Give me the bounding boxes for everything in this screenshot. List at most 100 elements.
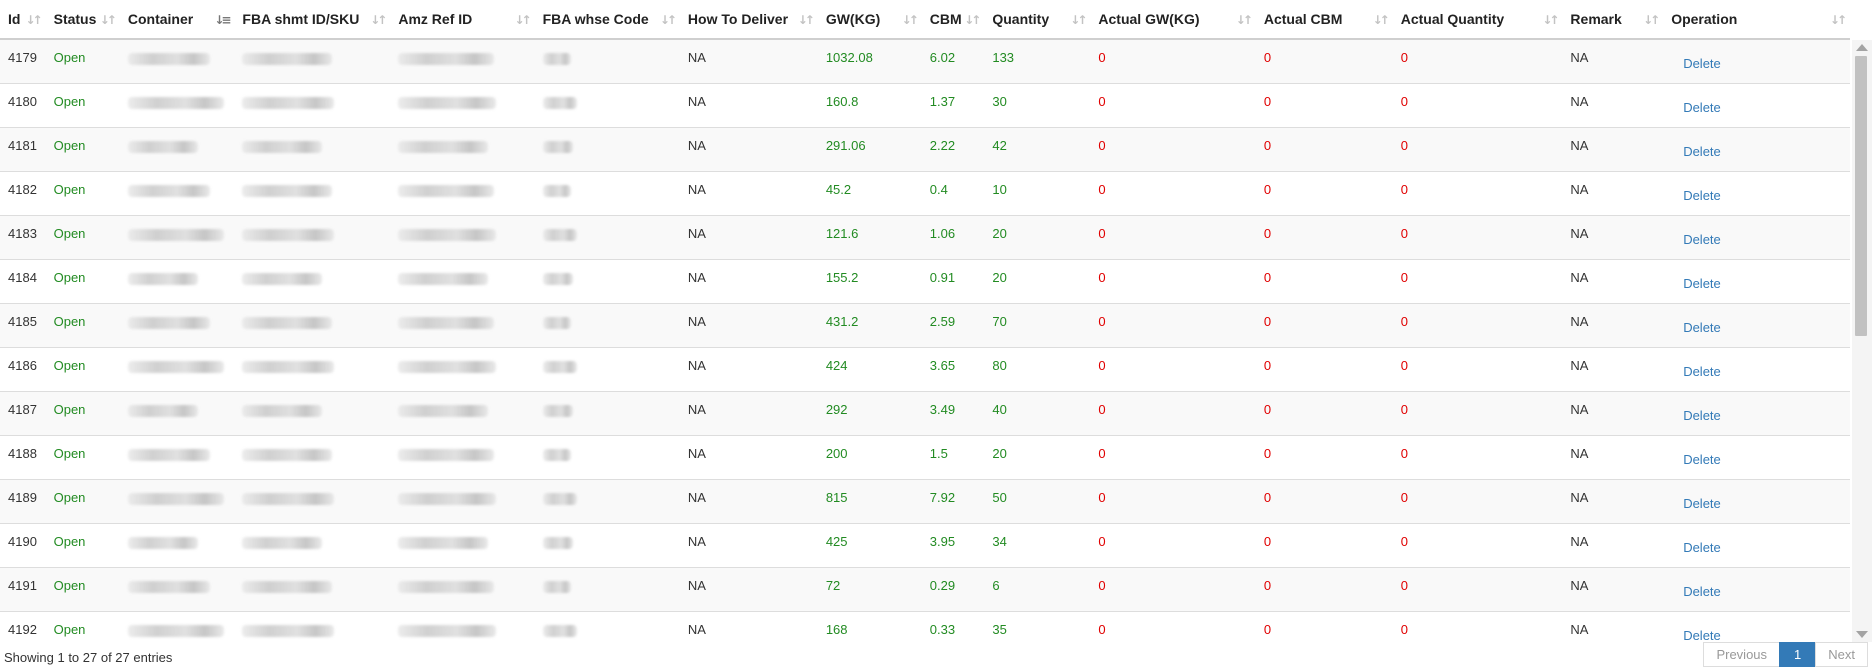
delete-link[interactable]: Delete	[1683, 628, 1721, 643]
column-header-operation[interactable]: Operation ↓↑	[1663, 0, 1850, 40]
column-header-quantity[interactable]: Quantity ↓↑	[984, 0, 1091, 40]
column-header-label: FBA shmt ID/SKU	[242, 11, 360, 27]
column-header-actual-quantity[interactable]: Actual Quantity ↓↑	[1392, 0, 1563, 40]
sort-both-icon[interactable]: ↓↑	[902, 13, 919, 27]
cell-agw: 0	[1090, 434, 1256, 479]
cell-id: 4186	[0, 346, 46, 391]
sort-both-icon[interactable]: ↓↑	[26, 13, 43, 27]
cell-gw: 160.8	[817, 82, 922, 127]
column-header-remark[interactable]: Remark ↓↑	[1562, 0, 1664, 40]
redacted-value	[242, 272, 323, 285]
delete-link[interactable]: Delete	[1683, 56, 1721, 71]
column-header-actual-gw-kg[interactable]: Actual GW(KG) ↓↑	[1090, 0, 1256, 40]
cell-acbm: 0	[1255, 522, 1393, 567]
delete-link[interactable]: Delete	[1683, 364, 1721, 379]
column-header-how-to-deliver[interactable]: How To Deliver ↓↑	[679, 0, 818, 40]
cell-acbm: 0	[1255, 126, 1393, 171]
table-row: 4189 Open NA 815 7.92 50 0 0 0 NA Delete	[0, 478, 1850, 523]
sort-asc-icon[interactable]: ↓≡	[214, 13, 231, 27]
redacted-value	[127, 492, 224, 505]
column-header-label: CBM	[929, 11, 962, 27]
delete-link[interactable]: Delete	[1683, 452, 1721, 467]
cell-gw: 815	[817, 478, 922, 523]
column-header-gw-kg[interactable]: GW(KG) ↓↑	[817, 0, 922, 40]
column-header-status[interactable]: Status ↓↑	[45, 0, 120, 40]
delete-link[interactable]: Delete	[1683, 496, 1721, 511]
sort-both-icon[interactable]: ↓↑	[1236, 13, 1253, 27]
cell-deliver: NA	[679, 346, 818, 391]
cell-remark: NA	[1562, 258, 1664, 303]
cell-agw: 0	[1090, 214, 1256, 259]
cell-gw: 431.2	[817, 302, 922, 347]
redacted-value	[127, 53, 210, 65]
redacted-value	[542, 316, 571, 329]
sort-both-icon[interactable]: ↓↑	[1542, 13, 1559, 27]
cell-qty: 10	[984, 170, 1091, 215]
scrollbar-thumb[interactable]	[1855, 56, 1867, 336]
cell-deliver: NA	[679, 170, 818, 215]
delete-link[interactable]: Delete	[1683, 100, 1721, 115]
cell-remark: NA	[1562, 302, 1664, 347]
delete-link[interactable]: Delete	[1683, 276, 1721, 291]
vertical-scrollbar[interactable]	[1852, 40, 1872, 642]
sort-both-icon[interactable]: ↓↑	[100, 13, 117, 27]
column-header-id[interactable]: Id ↓↑	[0, 0, 46, 40]
column-header-cbm[interactable]: CBM ↓↑	[921, 0, 985, 40]
delete-link[interactable]: Delete	[1683, 584, 1721, 599]
redacted-value	[242, 228, 335, 241]
sort-both-icon[interactable]: ↓↑	[964, 13, 981, 27]
sort-both-icon[interactable]: ↓↑	[1070, 13, 1087, 27]
cell-agw: 0	[1090, 126, 1256, 171]
cell-gw: 168	[817, 610, 922, 642]
cell-cbm: 1.06	[921, 214, 985, 259]
scroll-up-arrow-icon[interactable]	[1856, 44, 1868, 51]
redacted-cell	[119, 434, 235, 479]
redacted-cell	[534, 82, 680, 127]
column-header-fba-shmt-id-sku[interactable]: FBA shmt ID/SKU ↓↑	[234, 0, 391, 40]
cell-qty: 20	[984, 434, 1091, 479]
cell-deliver: NA	[679, 302, 818, 347]
cell-aqty: 0	[1392, 610, 1563, 642]
column-header-actual-cbm[interactable]: Actual CBM ↓↑	[1255, 0, 1393, 40]
redacted-value	[542, 360, 577, 373]
page-1-button[interactable]: 1	[1779, 642, 1817, 667]
column-header-label: Status	[53, 11, 97, 27]
redacted-value	[542, 404, 573, 417]
cell-qty: 50	[984, 478, 1091, 523]
redacted-value	[542, 96, 577, 109]
sort-both-icon[interactable]: ↓↑	[1373, 13, 1390, 27]
redacted-cell	[534, 346, 680, 391]
cell-status: Open	[45, 610, 120, 642]
delete-link[interactable]: Delete	[1683, 320, 1721, 335]
previous-page-button[interactable]: Previous	[1703, 642, 1781, 667]
next-page-button[interactable]: Next	[1815, 642, 1868, 667]
redacted-value	[542, 184, 571, 197]
delete-link[interactable]: Delete	[1683, 408, 1721, 423]
cell-aqty: 0	[1392, 82, 1563, 127]
redacted-cell	[234, 170, 391, 215]
column-header-fba-whse-code[interactable]: FBA whse Code ↓↑	[534, 0, 680, 40]
cell-id: 4179	[0, 38, 46, 83]
delete-link[interactable]: Delete	[1683, 232, 1721, 247]
sort-both-icon[interactable]: ↓↑	[1830, 13, 1847, 27]
column-header-amz-ref-id[interactable]: Amz Ref ID ↓↑	[390, 0, 535, 40]
delete-link[interactable]: Delete	[1683, 144, 1721, 159]
redacted-value	[127, 580, 210, 593]
redacted-value	[398, 228, 497, 241]
sort-both-icon[interactable]: ↓↑	[660, 13, 677, 27]
cell-agw: 0	[1090, 566, 1256, 611]
column-header-container[interactable]: Container ↓≡	[119, 0, 235, 40]
delete-link[interactable]: Delete	[1683, 540, 1721, 555]
delete-link[interactable]: Delete	[1683, 188, 1721, 203]
cell-qty: 42	[984, 126, 1091, 171]
cell-remark: NA	[1562, 434, 1664, 479]
redacted-cell	[119, 302, 235, 347]
sort-both-icon[interactable]: ↓↑	[515, 13, 532, 27]
scroll-down-arrow-icon[interactable]	[1856, 631, 1868, 638]
redacted-cell	[119, 346, 235, 391]
sort-both-icon[interactable]: ↓↑	[798, 13, 815, 27]
redacted-cell	[390, 170, 535, 215]
column-header-label: GW(KG)	[825, 11, 881, 27]
sort-both-icon[interactable]: ↓↑	[1643, 13, 1660, 27]
sort-both-icon[interactable]: ↓↑	[370, 13, 387, 27]
